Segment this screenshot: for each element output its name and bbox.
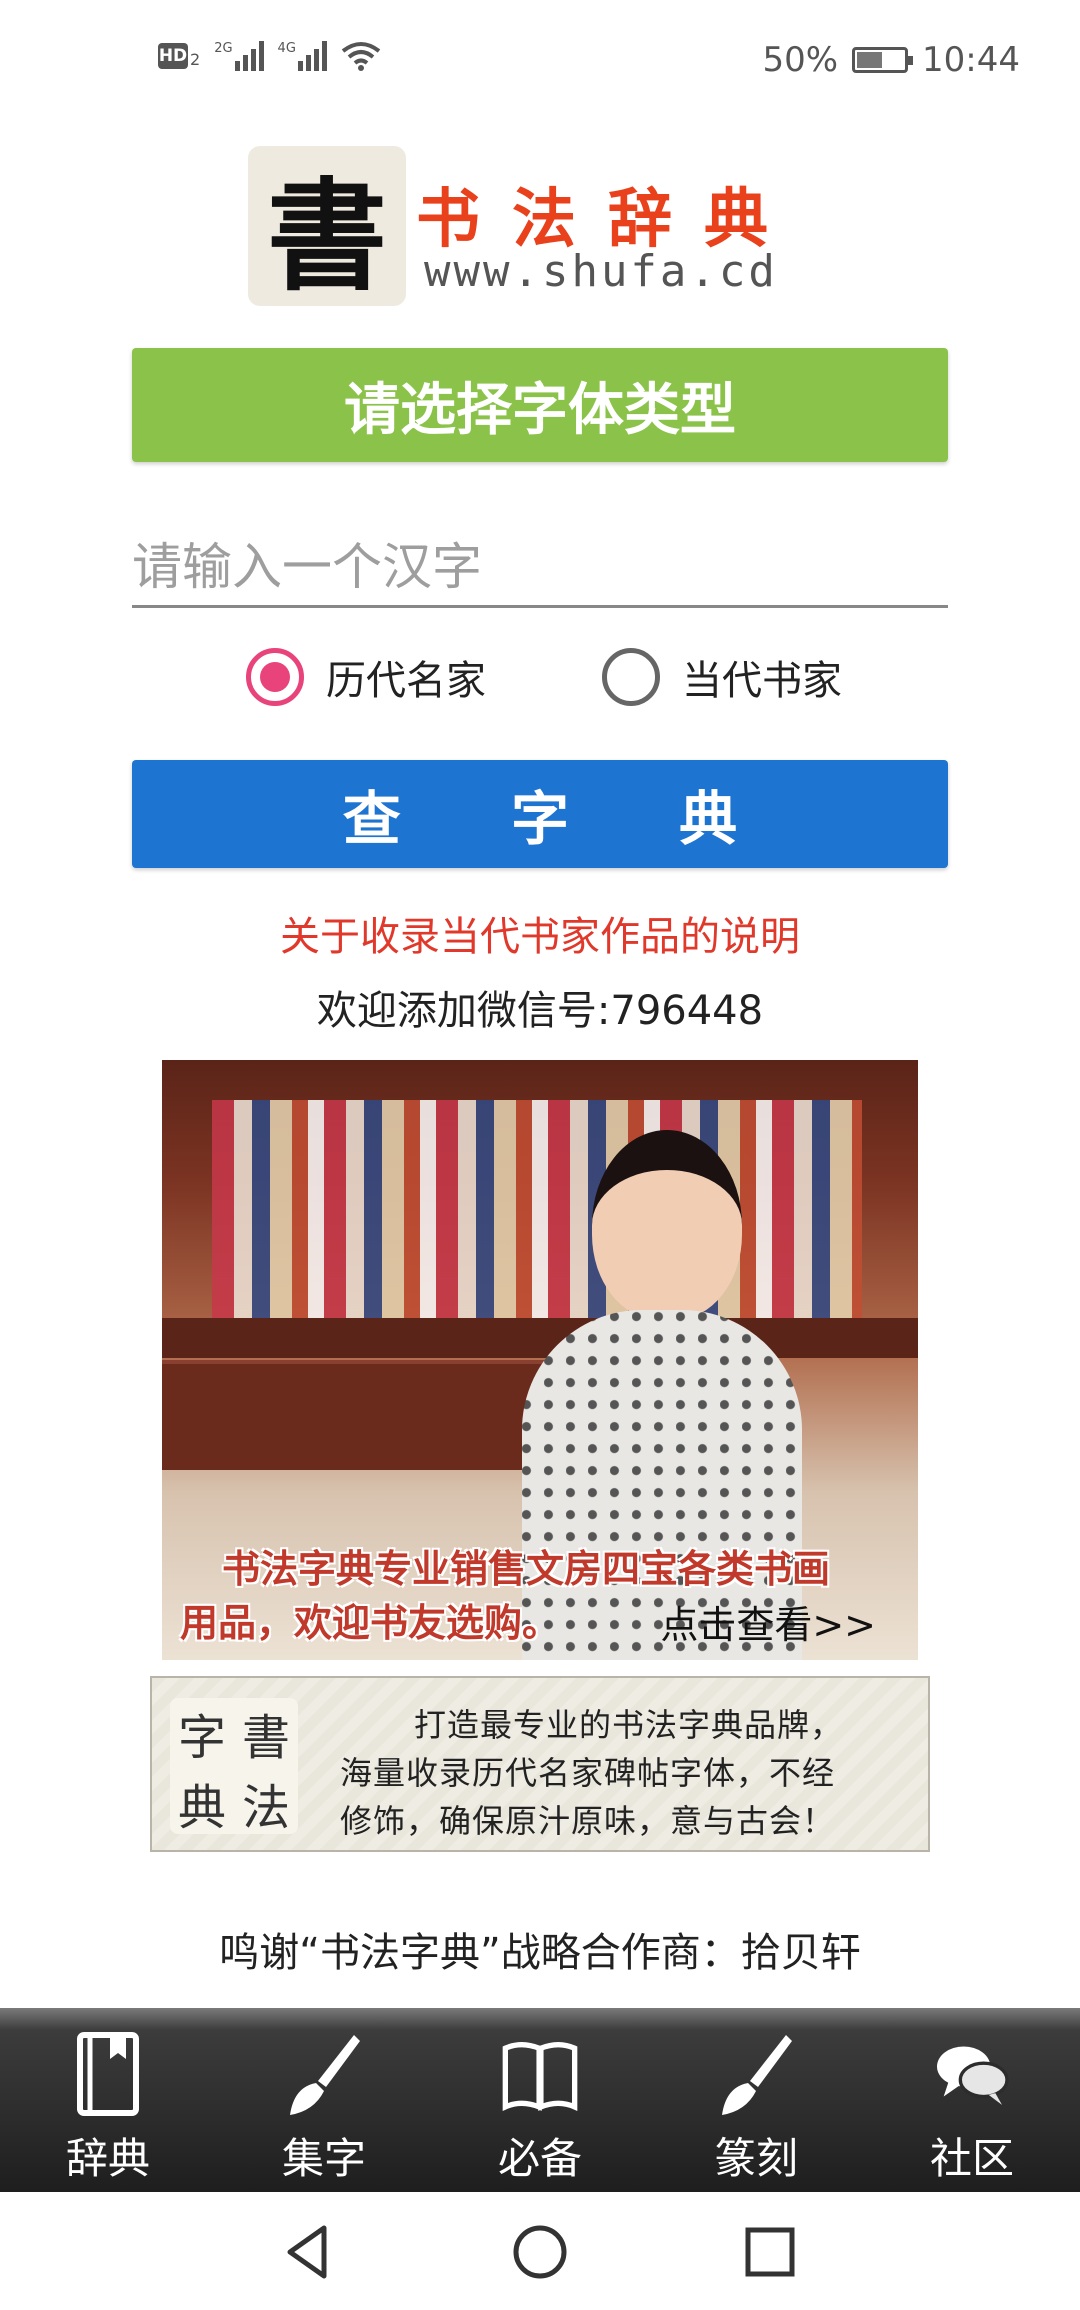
- nav-item-collect-characters[interactable]: 集字: [216, 2008, 432, 2192]
- seal-char: 法: [241, 1780, 290, 1836]
- status-left: HD 2 2G 4G: [158, 40, 381, 72]
- nav-item-essentials[interactable]: 必备: [432, 2008, 648, 2192]
- hd-sub: 2: [190, 50, 201, 69]
- promo-banner[interactable]: 书法字典专业销售文房四宝各类书画 用品，欢迎书友选购。 点击查看>>: [162, 1060, 918, 1660]
- back-icon[interactable]: [280, 2222, 340, 2282]
- wifi-icon: [341, 42, 381, 71]
- promo-caption-line1: 书法字典专业销售文房四宝各类书画: [222, 1547, 831, 1591]
- battery-icon: [852, 47, 914, 73]
- logo-url: www.shufa.cd: [424, 246, 778, 297]
- character-input[interactable]: [132, 528, 948, 608]
- status-right: 50% 10:44: [762, 40, 1020, 80]
- select-font-type-button[interactable]: 请选择字体类型: [132, 348, 948, 462]
- radio-label: 历代名家: [326, 658, 486, 704]
- signal-icon: [234, 41, 264, 71]
- brand-banner[interactable]: 字 書 典 法 打造最专业的书法字典品牌， 海量收录历代名家碑帖字体，不经 修饰…: [150, 1676, 930, 1852]
- logo-seal: 書: [248, 146, 406, 307]
- bottom-nav: 辞典 集字 必备 篆刻 社区: [0, 2008, 1080, 2192]
- brand-seal-logo: 字 書 典 法: [170, 1698, 298, 1836]
- brand-text-line2: 海量收录历代名家碑帖字体，不经: [340, 1754, 836, 1792]
- chat-bubbles-icon: [937, 2046, 1009, 2105]
- promo-view-more-link[interactable]: 点击查看>>: [660, 1594, 876, 1649]
- lookup-dictionary-button[interactable]: 查 字 典: [132, 760, 948, 868]
- nav-label: 辞典: [65, 2134, 150, 2183]
- radio-selected-icon: [246, 648, 304, 706]
- contemporary-works-notice-link[interactable]: 关于收录当代书家作品的说明: [0, 904, 1080, 962]
- radio-historical-masters[interactable]: 历代名家: [246, 648, 486, 706]
- brand-text-line3: 修饰，确保原汁原味，意与古会！: [340, 1802, 836, 1840]
- brush-icon: [290, 2035, 360, 2115]
- nav-label: 社区: [929, 2134, 1014, 2183]
- calligrapher-type-radio-group: 历代名家 当代书家: [0, 648, 1080, 712]
- nav-label: 必备: [497, 2134, 582, 2183]
- nav-label: 集字: [281, 2134, 366, 2183]
- home-icon[interactable]: [510, 2222, 570, 2282]
- model-head: [592, 1130, 742, 1320]
- open-book-icon: [502, 2042, 578, 2111]
- system-navigation-bar: [0, 2192, 1080, 2310]
- seal-char: 書: [241, 1710, 290, 1766]
- seal-char: 典: [177, 1780, 226, 1836]
- nav-item-dictionary[interactable]: 辞典: [0, 2008, 216, 2192]
- sim1-label: 2G: [214, 41, 233, 56]
- hd-icon: HD: [158, 43, 188, 69]
- nav-item-community[interactable]: 社区: [864, 2008, 1080, 2192]
- recents-icon[interactable]: [740, 2222, 800, 2282]
- battery-level: [857, 52, 883, 68]
- radio-unselected-icon: [602, 648, 660, 706]
- sponsor-thanks-text: 鸣谢“书法字典”战略合作商：拾贝轩: [219, 1930, 861, 1976]
- book-icon: [77, 2032, 139, 2116]
- wechat-contact-text: 欢迎添加微信号:796448: [316, 988, 764, 1034]
- nav-item-seal-carving[interactable]: 篆刻: [648, 2008, 864, 2192]
- clock: 10:44: [922, 40, 1020, 80]
- radio-contemporary-calligraphers[interactable]: 当代书家: [602, 648, 842, 706]
- seal-char: 字: [177, 1710, 226, 1766]
- app-logo: 書 书法辞典 www.shufa.cd: [248, 146, 818, 308]
- brand-text-line1: 打造最专业的书法字典品牌，: [414, 1706, 844, 1744]
- nav-label: 篆刻: [713, 2134, 798, 2183]
- promo-caption-line2: 用品，欢迎书友选购。: [180, 1601, 561, 1645]
- brush-icon: [722, 2035, 792, 2115]
- sim2-label: 4G: [277, 41, 296, 56]
- status-bar: HD 2 2G 4G 50% 10:44: [0, 0, 1080, 125]
- radio-label: 当代书家: [682, 658, 842, 704]
- battery-percent: 50%: [762, 40, 839, 80]
- signal-icon: [297, 41, 327, 71]
